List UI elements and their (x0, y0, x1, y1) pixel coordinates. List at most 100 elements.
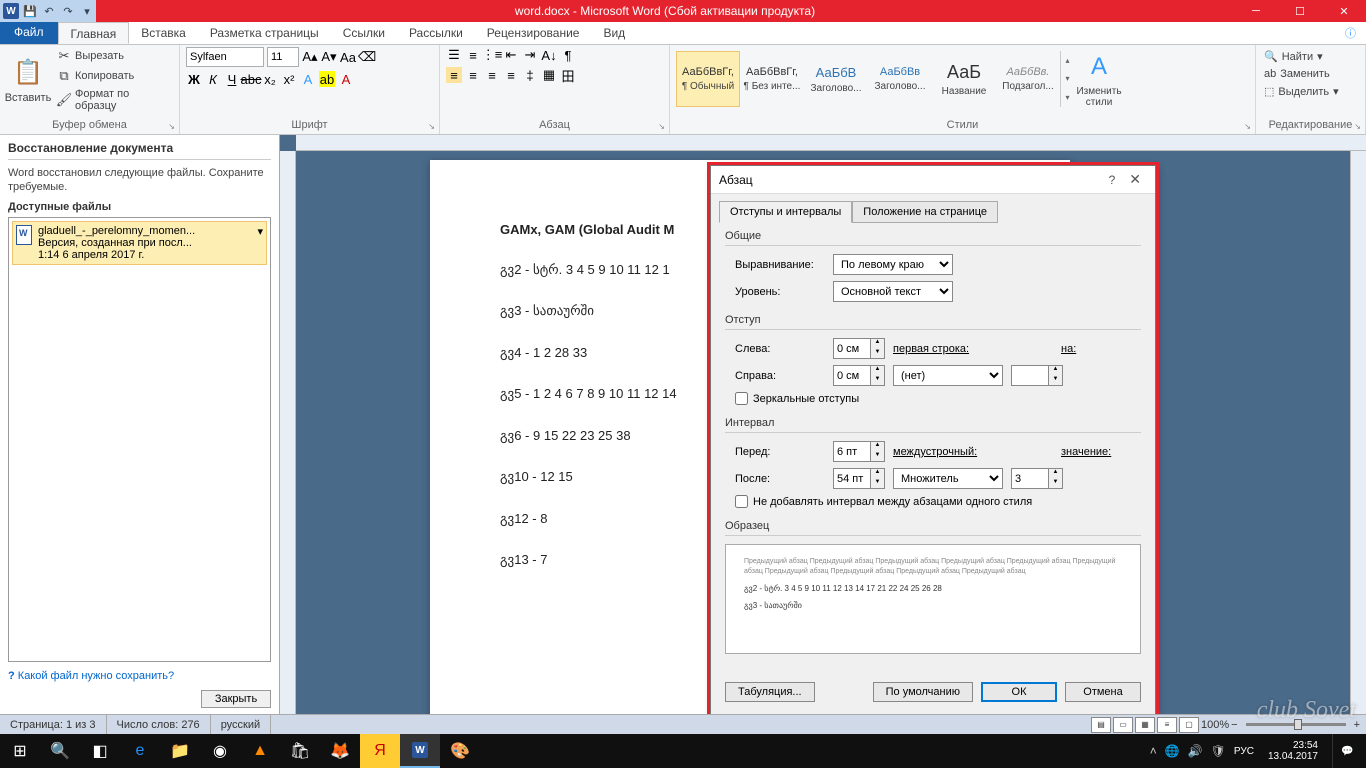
show-marks-icon[interactable]: ¶ (560, 47, 576, 63)
page-status[interactable]: Страница: 1 из 3 (0, 715, 107, 734)
dialog-close-icon[interactable]: ✕ (1123, 171, 1147, 188)
format-painter-button[interactable]: 🖌Формат по образцу (53, 87, 173, 113)
shading-icon[interactable]: ▦ (541, 67, 557, 83)
text-effects-icon[interactable]: A (300, 71, 316, 87)
paste-button[interactable]: 📋 Вставить (6, 48, 50, 112)
recovery-close-button[interactable]: Закрыть (201, 690, 271, 708)
tray-language[interactable]: РУС (1234, 746, 1254, 757)
change-styles-button[interactable]: A Изменить стили (1077, 47, 1121, 111)
maximize-button[interactable]: ☐ (1278, 0, 1322, 22)
select-button[interactable]: ⬚Выделить ▾ (1262, 84, 1359, 99)
zoom-level[interactable]: 100% (1201, 719, 1229, 731)
vlc-icon[interactable]: ▲ (240, 734, 280, 768)
style-title[interactable]: АаБНазвание (932, 51, 996, 107)
zoom-out-icon[interactable]: − (1231, 719, 1237, 731)
align-center-icon[interactable]: ≡ (465, 67, 481, 83)
line-spacing-at-spinner[interactable]: ▲▼ (1011, 468, 1063, 489)
style-no-spacing[interactable]: АаБбВвГг,¶ Без инте... (740, 51, 804, 107)
ribbon-help-icon[interactable]: ⓘ (1335, 22, 1366, 44)
underline-icon[interactable]: Ч (224, 71, 240, 87)
recovery-list[interactable]: gladuell_-_perelomny_momen... Версия, со… (8, 217, 271, 662)
tray-volume-icon[interactable]: 🔊 (1188, 744, 1203, 758)
recovery-item-dropdown[interactable]: ▾ (257, 225, 263, 261)
view-tab[interactable]: Вид (591, 22, 637, 44)
line-spacing-icon[interactable]: ‡ (522, 67, 538, 83)
highlight-icon[interactable]: ab (319, 71, 335, 87)
italic-icon[interactable]: К (205, 71, 221, 87)
mirror-indents-checkbox[interactable]: Зеркальные отступы (725, 392, 1141, 405)
change-case-icon[interactable]: Aa (340, 49, 356, 65)
decrease-indent-icon[interactable]: ⇤ (503, 47, 519, 63)
sort-icon[interactable]: A↓ (541, 47, 557, 63)
qat-customize-icon[interactable]: ▾ (78, 2, 96, 20)
grow-font-icon[interactable]: A▴ (302, 49, 318, 65)
align-right-icon[interactable]: ≡ (484, 67, 500, 83)
style-normal[interactable]: АаБбВвГг,¶ Обычный (676, 51, 740, 107)
recovery-item[interactable]: gladuell_-_perelomny_momen... Версия, со… (12, 221, 267, 265)
clear-format-icon[interactable]: ⌫ (359, 49, 375, 65)
draft-view-icon[interactable]: ▢ (1179, 717, 1199, 733)
right-indent-spinner[interactable]: ▲▼ (833, 365, 885, 386)
task-view-icon[interactable]: ◧ (80, 734, 120, 768)
vertical-ruler[interactable] (280, 151, 296, 714)
web-view-icon[interactable]: ▦ (1135, 717, 1155, 733)
line-spacing-select[interactable]: Множитель (893, 468, 1003, 489)
edge-icon[interactable]: e (120, 734, 160, 768)
paint-icon[interactable]: 🎨 (440, 734, 480, 768)
find-button[interactable]: 🔍Найти ▾ (1262, 49, 1359, 64)
multilevel-icon[interactable]: ⋮≡ (484, 47, 500, 63)
start-button[interactable]: ⊞ (0, 734, 40, 768)
save-icon[interactable]: 💾 (21, 2, 39, 20)
cancel-button[interactable]: Отмена (1065, 682, 1141, 702)
vertical-scrollbar[interactable] (1350, 151, 1366, 714)
search-task-icon[interactable]: 🔍 (40, 734, 80, 768)
notifications-icon[interactable]: 💬 (1332, 734, 1362, 768)
cut-button[interactable]: ✂Вырезать (53, 47, 173, 65)
font-name-combo[interactable] (186, 47, 264, 67)
language-status[interactable]: русский (211, 715, 271, 734)
chrome-icon[interactable]: ◉ (200, 734, 240, 768)
yandex-icon[interactable]: Я (360, 734, 400, 768)
outline-select[interactable]: Основной текст (833, 281, 953, 302)
numbering-icon[interactable]: ≡ (465, 47, 481, 63)
space-before-spinner[interactable]: ▲▼ (833, 441, 885, 462)
tray-clock[interactable]: 23:54 13.04.2017 (1262, 740, 1324, 762)
first-line-by-spinner[interactable]: ▲▼ (1011, 365, 1063, 386)
style-heading2[interactable]: АаБбВвЗаголово... (868, 51, 932, 107)
left-indent-spinner[interactable]: ▲▼ (833, 338, 885, 359)
font-color-icon[interactable]: A (338, 71, 354, 87)
styles-gallery[interactable]: АаБбВвГг,¶ Обычный АаБбВвГг,¶ Без инте..… (676, 51, 1074, 107)
justify-icon[interactable]: ≡ (503, 67, 519, 83)
firefox-icon[interactable]: 🦊 (320, 734, 360, 768)
mailings-tab[interactable]: Рассылки (397, 22, 475, 44)
superscript-icon[interactable]: x² (281, 71, 297, 87)
dialog-help-icon[interactable]: ? (1101, 173, 1124, 187)
tray-chevron-icon[interactable]: ˄ (1150, 744, 1157, 758)
tray-network-icon[interactable]: 🌐 (1165, 744, 1180, 758)
default-button[interactable]: По умолчанию (873, 682, 973, 702)
tab-line-page-breaks[interactable]: Положение на странице (852, 201, 998, 223)
strike-icon[interactable]: abc (243, 71, 259, 87)
explorer-icon[interactable]: 📁 (160, 734, 200, 768)
undo-icon[interactable]: ↶ (40, 2, 58, 20)
file-tab[interactable]: Файл (0, 22, 58, 44)
store-icon[interactable]: 🛍 (280, 734, 320, 768)
style-heading1[interactable]: АаБбВЗаголово... (804, 51, 868, 107)
font-size-combo[interactable] (267, 47, 299, 67)
references-tab[interactable]: Ссылки (331, 22, 397, 44)
align-left-icon[interactable]: ≡ (446, 67, 462, 83)
review-tab[interactable]: Рецензирование (475, 22, 592, 44)
outline-view-icon[interactable]: ≡ (1157, 717, 1177, 733)
word-count[interactable]: Число слов: 276 (107, 715, 211, 734)
style-subtitle[interactable]: АаБбВв.Подзагол... (996, 51, 1060, 107)
increase-indent-icon[interactable]: ⇥ (522, 47, 538, 63)
redo-icon[interactable]: ↷ (59, 2, 77, 20)
minimize-button[interactable]: ─ (1234, 0, 1278, 22)
bullets-icon[interactable]: ☰ (446, 47, 462, 63)
bold-icon[interactable]: Ж (186, 71, 202, 87)
space-after-spinner[interactable]: ▲▼ (833, 468, 885, 489)
tabs-button[interactable]: Табуляция... (725, 682, 815, 702)
tab-indents-spacing[interactable]: Отступы и интервалы (719, 201, 852, 223)
print-layout-view-icon[interactable]: ▤ (1091, 717, 1111, 733)
insert-tab[interactable]: Вставка (129, 22, 198, 44)
